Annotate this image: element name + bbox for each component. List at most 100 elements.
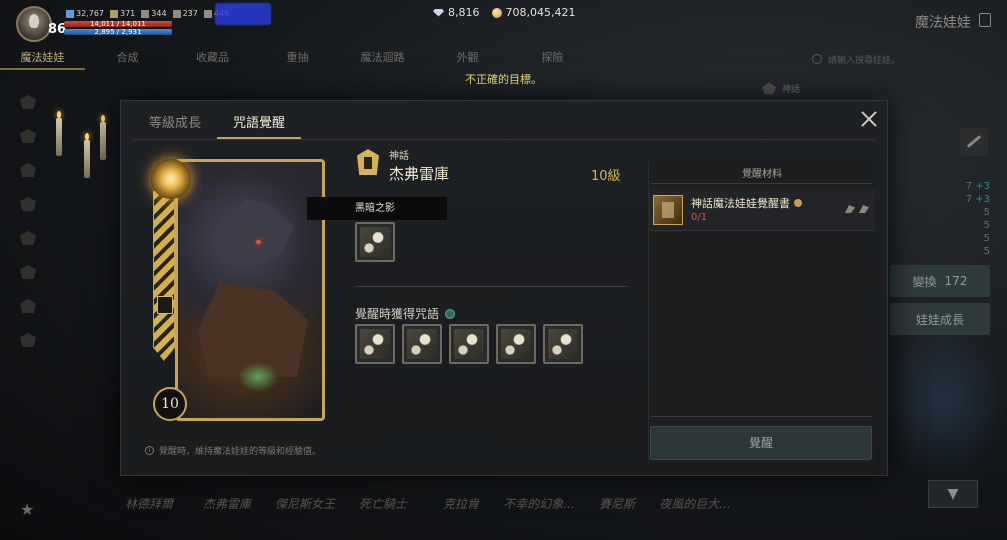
mp-bar: 2,895 / 2,931 bbox=[64, 29, 172, 36]
source-icons bbox=[845, 205, 869, 213]
spell-icon bbox=[360, 329, 390, 359]
doll-list-item[interactable]: 克拉肯 bbox=[422, 495, 500, 512]
awaken-spell-slot[interactable] bbox=[543, 324, 583, 364]
close-icon[interactable] bbox=[859, 109, 879, 129]
rarity-icon bbox=[762, 82, 776, 95]
current-spell-slot[interactable] bbox=[355, 222, 395, 262]
mythic-rarity-icon bbox=[357, 149, 379, 175]
green-glow bbox=[238, 362, 278, 392]
doll-list-item[interactable]: 死亡騎士 bbox=[344, 495, 422, 512]
doll-card: 10 bbox=[151, 159, 325, 421]
spell-tooltip: 黑暗之影 bbox=[307, 197, 447, 220]
nav-item-collection[interactable]: 收藏品 bbox=[170, 46, 255, 70]
diamond-icon bbox=[433, 8, 444, 17]
spell-icon bbox=[454, 329, 484, 359]
awaken-spell-slot[interactable] bbox=[449, 324, 489, 364]
category-icon[interactable] bbox=[20, 163, 36, 177]
search-icon bbox=[812, 54, 822, 64]
search-field[interactable]: 請輸入搜尋娃娃。 bbox=[812, 50, 1002, 68]
power-icon bbox=[66, 9, 74, 18]
player-avatar[interactable] bbox=[16, 6, 52, 42]
bound-icon bbox=[794, 199, 802, 207]
doll-growth-button[interactable]: 娃娃成長 bbox=[890, 303, 990, 335]
nav-item-appearance[interactable]: 外觀 bbox=[425, 46, 510, 70]
gold-amount: 708,045,421 bbox=[505, 6, 576, 19]
doll-list-item[interactable]: 林德拜爾 bbox=[110, 495, 188, 512]
awakening-note: i 覺醒時，維持魔法娃娃的等級和經驗值。 bbox=[145, 444, 321, 457]
shop-icon[interactable] bbox=[859, 205, 869, 213]
exchange-button[interactable]: 變換 172 bbox=[890, 265, 990, 297]
doll-list-item[interactable]: 夜風的巨大... bbox=[656, 495, 734, 512]
dragon-head bbox=[214, 198, 294, 268]
stat-defense: 344 bbox=[151, 9, 167, 18]
material-count: 0/1 bbox=[691, 212, 708, 223]
stat-power: 32,767 bbox=[76, 9, 104, 18]
nav-item-dolls[interactable]: 魔法娃娃 bbox=[0, 46, 85, 70]
evasion-icon bbox=[203, 9, 212, 18]
category-icon[interactable] bbox=[20, 299, 36, 313]
doll-list-item[interactable]: 傑尼斯女王 bbox=[266, 495, 344, 512]
doll-name: 杰弗雷庫 bbox=[389, 165, 450, 183]
nav-item-explore[interactable]: 探險 bbox=[510, 46, 595, 70]
spell-icon bbox=[501, 329, 531, 359]
leaf-icon bbox=[445, 308, 456, 319]
section-divider bbox=[355, 286, 628, 287]
magic-icon bbox=[172, 9, 181, 18]
gem-currency: 8,816 708,045,421 bbox=[433, 6, 575, 19]
stat-attack: 371 bbox=[120, 9, 136, 18]
doll-level: 10級 bbox=[591, 169, 621, 184]
doll-name-strip: 林德拜爾 杰弗雷庫 傑尼斯女王 死亡騎士 克拉肯 不幸的幻象... 賽尼斯 夜風… bbox=[110, 495, 910, 512]
banner-emblem-icon bbox=[157, 296, 173, 314]
category-icon[interactable] bbox=[20, 231, 36, 245]
doll-list-item[interactable]: 杰弗雷庫 bbox=[188, 495, 266, 512]
category-icons bbox=[20, 95, 40, 367]
tab-level-growth[interactable]: 等級成長 bbox=[133, 111, 217, 139]
category-icon[interactable] bbox=[20, 265, 36, 279]
materials-bottom-divider bbox=[651, 416, 872, 417]
tab-spell-awakening[interactable]: 咒語覺醒 bbox=[217, 111, 302, 139]
awakening-orb-icon bbox=[151, 159, 191, 199]
coin-icon bbox=[491, 7, 502, 18]
doll-list-item[interactable]: 賽尼斯 bbox=[578, 495, 656, 512]
exit-icon[interactable] bbox=[979, 13, 991, 27]
nav-item-synthesis[interactable]: 合成 bbox=[85, 46, 170, 70]
awaken-button[interactable]: 覺醒 bbox=[650, 426, 872, 460]
search-placeholder: 請輸入搜尋娃娃。 bbox=[828, 55, 901, 66]
awaken-spells-header: 覺醒時獲得咒語 bbox=[355, 305, 456, 322]
attack-icon bbox=[110, 9, 118, 18]
favorite-star-icon[interactable]: ★ bbox=[20, 500, 34, 519]
nav-item-redraw[interactable]: 重抽 bbox=[255, 46, 340, 70]
category-icon[interactable] bbox=[20, 129, 36, 143]
doll-card-art bbox=[175, 159, 325, 421]
rarity-banner bbox=[153, 191, 175, 361]
main-nav: 魔法娃娃 合成 收藏品 重抽 魔法迴路 外觀 探險 bbox=[0, 46, 780, 70]
materials-divider bbox=[651, 183, 872, 184]
rarity-label: 神話 bbox=[389, 151, 409, 162]
awaken-spell-slot[interactable] bbox=[402, 324, 442, 364]
category-icon[interactable] bbox=[20, 333, 36, 347]
dark-shadow-spell-icon bbox=[360, 227, 390, 257]
top-hud: 86 32,767 371 344 237 449 14,011 / 14,01… bbox=[0, 0, 1007, 44]
stat-magic: 237 bbox=[182, 9, 198, 18]
category-icon[interactable] bbox=[20, 95, 36, 109]
page-title: 魔法娃娃 bbox=[915, 15, 971, 31]
filter-button[interactable]: ▼ bbox=[928, 480, 978, 508]
edit-button[interactable] bbox=[960, 128, 988, 156]
dragon-eye bbox=[256, 240, 261, 244]
material-item[interactable]: 神話魔法娃娃覺醒書 0/1 bbox=[649, 189, 875, 231]
background-glow bbox=[880, 320, 1007, 480]
awaken-spell-slot[interactable] bbox=[355, 324, 395, 364]
awaken-spell-slot[interactable] bbox=[496, 324, 536, 364]
nav-item-magic-circuit[interactable]: 魔法迴路 bbox=[340, 46, 425, 70]
info-icon: i bbox=[145, 446, 154, 455]
gem-amount: 8,816 bbox=[448, 6, 480, 19]
doll-list-item[interactable]: 不幸的幻象... bbox=[500, 495, 578, 512]
category-icon[interactable] bbox=[20, 197, 36, 211]
awakening-book-icon bbox=[653, 195, 683, 225]
candle-icon bbox=[84, 133, 90, 178]
craft-icon[interactable] bbox=[845, 205, 855, 213]
candle-icon bbox=[100, 115, 106, 160]
error-toast: 不正確的目標。 bbox=[465, 73, 542, 86]
tabs-divider bbox=[133, 139, 875, 140]
materials-panel: 覺醒材料 神話魔法娃娃覺醒書 0/1 bbox=[648, 161, 875, 463]
